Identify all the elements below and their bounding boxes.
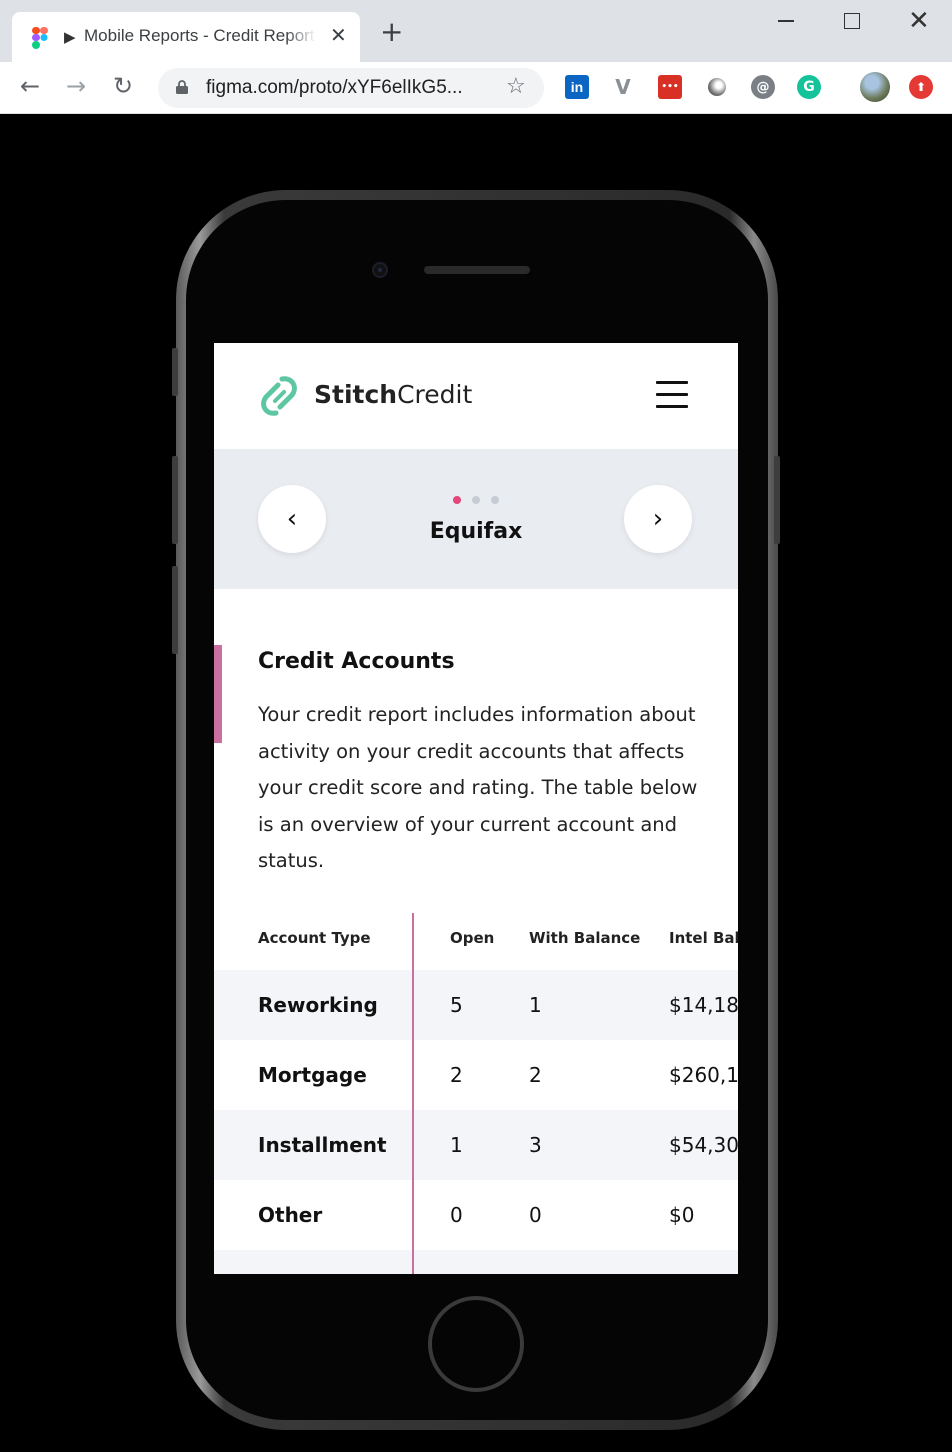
open-cell: 5 <box>450 993 463 1017</box>
balance-cell: $54,30 <box>669 1133 738 1157</box>
upload-extension-icon[interactable]: ⬆ <box>909 75 933 99</box>
brand-name: StitchCredit <box>314 380 472 409</box>
app-header: StitchCredit <box>214 343 738 449</box>
browser-toolbar: ← → ↻ figma.com/proto/xYF6elIkG5... ☆ in… <box>0 62 952 114</box>
lock-icon <box>176 80 188 94</box>
account-type-cell: Other <box>258 1203 323 1227</box>
balance-cell: $260,1 <box>669 1063 738 1087</box>
window-maximize-button[interactable] <box>844 13 860 29</box>
brand-name-regular: Credit <box>397 380 473 409</box>
page-dot-active[interactable] <box>453 496 461 504</box>
next-bureau-button[interactable]: › <box>624 485 692 553</box>
tab-title: Mobile Reports - Credit Report <box>84 26 316 46</box>
front-camera <box>372 262 388 278</box>
browser-tabstrip: ▶ Mobile Reports - Credit Report ✕ + ✕ <box>0 0 952 62</box>
todoist-icon[interactable]: ••• <box>658 75 682 99</box>
evernote-icon[interactable]: @ <box>751 75 775 99</box>
section-description: Your credit report includes information … <box>258 703 698 872</box>
phone-mute-switch <box>172 348 178 396</box>
account-type-cell: Installment <box>258 1133 387 1157</box>
column-divider <box>412 913 414 1274</box>
reload-button[interactable]: ↻ <box>113 72 133 100</box>
linkedin-icon[interactable]: in <box>565 75 589 99</box>
vuejs-devtools-icon[interactable]: V <box>611 75 635 99</box>
browser-tab[interactable]: ▶ Mobile Reports - Credit Report ✕ <box>12 12 360 62</box>
address-bar[interactable]: figma.com/proto/xYF6elIkG5... ☆ <box>158 68 544 108</box>
grammarly-icon[interactable]: G <box>797 75 821 99</box>
bureau-pagination <box>453 496 499 504</box>
account-type-cell: Reworking <box>258 993 378 1017</box>
balance-cell: $0 <box>669 1203 695 1227</box>
eye-dropper-icon[interactable] <box>705 75 729 99</box>
header-intel-balance: Intel Balance <box>669 929 738 947</box>
header-with-balance: With Balance <box>529 929 641 947</box>
table-row: Installment 1 3 $54,30 <box>214 1110 738 1180</box>
open-cell: 1 <box>450 1133 463 1157</box>
with-balance-cell: 1 <box>529 993 542 1017</box>
credit-accounts-table: Account Type Open With Balance Intel Bal… <box>214 913 738 1274</box>
back-button[interactable]: ← <box>20 72 40 100</box>
phone-power-button <box>774 456 780 544</box>
header-account-type: Account Type <box>258 929 371 947</box>
bookmark-star-icon[interactable]: ☆ <box>506 74 526 99</box>
page-dot[interactable] <box>472 496 480 504</box>
figma-icon <box>32 27 48 49</box>
phone-volume-up <box>172 456 178 544</box>
brand-name-bold: Stitch <box>314 380 398 409</box>
with-balance-cell: 3 <box>529 1133 542 1157</box>
url-text: figma.com/proto/xYF6elIkG5... <box>206 77 463 98</box>
bureau-switcher: ‹ Equifax › <box>214 449 738 589</box>
stitchcredit-logo-icon <box>261 376 297 416</box>
new-tab-button[interactable]: + <box>380 18 403 46</box>
section-title: Credit Accounts <box>258 649 455 674</box>
header-open: Open <box>450 929 495 947</box>
tab-close-icon[interactable]: ✕ <box>330 23 347 47</box>
earpiece-speaker <box>424 266 530 274</box>
with-balance-cell: 0 <box>529 1203 542 1227</box>
profile-avatar[interactable] <box>860 72 890 102</box>
app-screen: StitchCredit ‹ Equifax › Credit Accounts… <box>214 343 738 1274</box>
play-icon: ▶ <box>64 28 76 46</box>
window-close-button[interactable]: ✕ <box>908 6 930 36</box>
account-type-cell: Mortgage <box>258 1063 367 1087</box>
open-cell: 0 <box>450 1203 463 1227</box>
table-row <box>214 1250 738 1274</box>
table-row: Other 0 0 $0 <box>214 1180 738 1250</box>
with-balance-cell: 2 <box>529 1063 542 1087</box>
section-accent-bar <box>214 645 222 743</box>
window-minimize-button[interactable] <box>778 8 796 28</box>
forward-button[interactable]: → <box>66 72 86 100</box>
balance-cell: $14,187 <box>669 993 738 1017</box>
phone-volume-down <box>172 566 178 654</box>
hamburger-menu-icon[interactable] <box>656 381 688 409</box>
table-row: Mortgage 2 2 $260,1 <box>214 1040 738 1110</box>
home-button[interactable] <box>428 1296 524 1392</box>
table-row: Reworking 5 1 $14,187 <box>214 970 738 1040</box>
page-dot[interactable] <box>491 496 499 504</box>
open-cell: 2 <box>450 1063 463 1087</box>
